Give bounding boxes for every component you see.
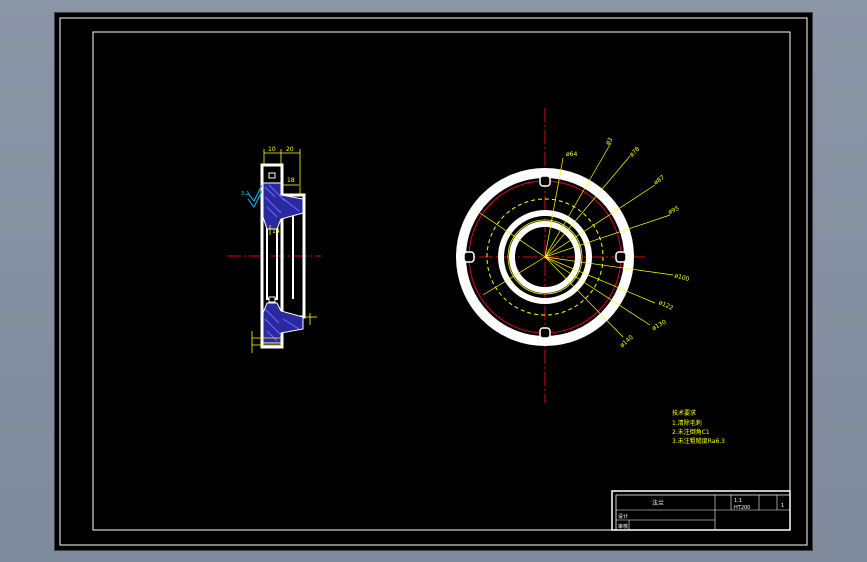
tb-row-label-2: 审核 <box>618 523 628 530</box>
tb-part-name: 法兰 <box>652 499 664 507</box>
front-view: ø64 ø3 ø78 ø87 ø95 ø100 ø122 ø130 ø140 <box>456 108 691 403</box>
bolt-hole-w <box>463 251 475 263</box>
dim-text-top-left: 10 <box>268 146 276 153</box>
outer-sheet-border <box>59 17 808 546</box>
title-block: 法兰 1:1 HT200 1 设计 审核 <box>611 490 791 531</box>
callout-1: ø3 <box>604 136 614 146</box>
dim-text-inner: 14 <box>272 228 280 235</box>
title-block-frame <box>611 490 791 531</box>
callout-4: ø95 <box>667 205 680 216</box>
tb-material: HT200 <box>734 505 750 511</box>
dim-text-top-right: 20 <box>286 146 294 153</box>
dim-text-mid: 18 <box>287 177 295 184</box>
bolt-hole-s <box>539 327 551 339</box>
callout-3: ø87 <box>653 174 666 186</box>
callout-7: ø130 <box>651 319 668 333</box>
surface-mark-text: 3.2 <box>241 191 249 197</box>
callout-8: ø140 <box>619 334 635 349</box>
drawing-canvas: 10 20 18 14 3.2 ø64 ø3 ø78 ø87 ø95 ø100 … <box>55 13 812 550</box>
notes-line-2: 2.未注倒角C1 <box>672 428 710 436</box>
technical-notes: 技术要求 1.清除毛刺 2.未注倒角C1 3.未注粗糙度Ra6.3 <box>672 409 725 445</box>
tb-row-label-1: 设计 <box>618 513 628 520</box>
callout-2: ø78 <box>628 145 641 158</box>
cad-drawing: 10 20 18 14 3.2 ø64 ø3 ø78 ø87 ø95 ø100 … <box>59 17 808 546</box>
bolt-hole-top <box>268 172 276 179</box>
tb-sheet: 1 <box>781 503 784 509</box>
callout-0: ø64 <box>566 151 577 158</box>
section-view: 10 20 18 14 3.2 <box>227 146 321 353</box>
callout-6: ø122 <box>657 299 674 312</box>
bolt-hole-bottom <box>268 296 276 303</box>
notes-title: 技术要求 <box>672 409 696 417</box>
bolt-hole-e <box>615 251 627 263</box>
tb-scale: 1:1 <box>734 498 742 504</box>
surface-finish-icon: 3.2 <box>241 184 263 208</box>
notes-line-3: 3.未注粗糙度Ra6.3 <box>672 437 725 445</box>
notes-line-1: 1.清除毛刺 <box>672 419 702 427</box>
callout-5: ø100 <box>674 272 691 283</box>
bolt-hole-n <box>539 175 551 187</box>
